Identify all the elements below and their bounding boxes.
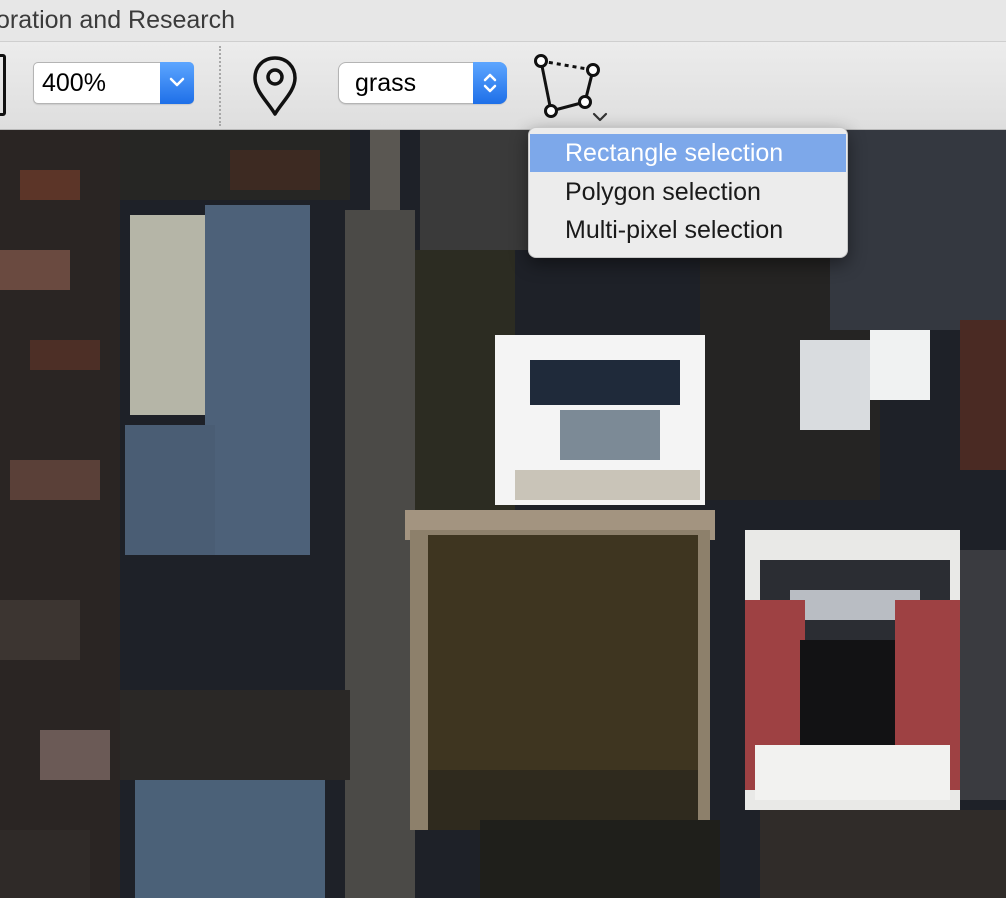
- toolbar-tool-button[interactable]: [0, 54, 6, 116]
- marker-pin-icon[interactable]: [250, 54, 300, 118]
- up-down-arrows-icon: [483, 73, 497, 93]
- window-title: oration and Research: [0, 6, 236, 34]
- polygon-selection-icon[interactable]: [530, 52, 610, 128]
- chevron-down-icon: [592, 112, 608, 122]
- toolbar: 400% grass: [0, 42, 1006, 130]
- selection-mode-menu: Rectangle selection Polygon selection Mu…: [528, 127, 848, 258]
- chevron-down-icon: [169, 77, 185, 87]
- zoom-select[interactable]: 400%: [33, 62, 194, 104]
- class-select[interactable]: grass: [338, 62, 507, 104]
- window-titlebar: oration and Research: [0, 0, 1006, 42]
- menu-item-multi-pixel-selection[interactable]: Multi-pixel selection: [530, 211, 846, 249]
- menu-item-rectangle-selection[interactable]: Rectangle selection: [530, 134, 846, 172]
- aerial-image-canvas[interactable]: [0, 130, 1006, 898]
- zoom-value: 400%: [42, 69, 106, 97]
- zoom-dropdown-button[interactable]: [160, 62, 194, 104]
- menu-item-polygon-selection[interactable]: Polygon selection: [530, 173, 846, 211]
- class-value: grass: [355, 69, 417, 97]
- toolbar-separator: [219, 46, 221, 126]
- aerial-image: [0, 130, 1006, 898]
- class-stepper-button[interactable]: [473, 62, 507, 104]
